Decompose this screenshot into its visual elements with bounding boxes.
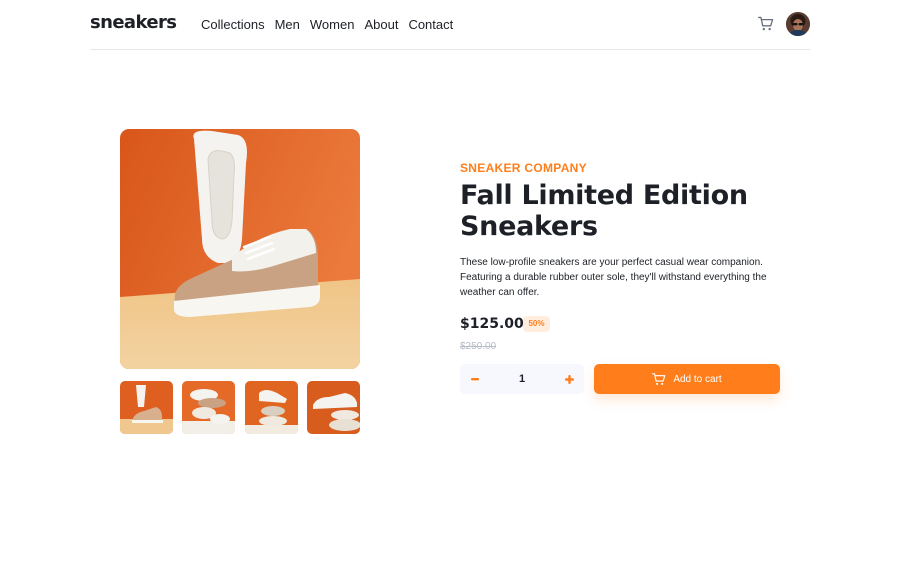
add-to-cart-label: Add to cart	[673, 373, 722, 385]
minus-icon	[471, 377, 479, 380]
increase-quantity-button[interactable]	[554, 364, 584, 394]
product-main-image[interactable]	[120, 129, 360, 369]
current-price: $125.00	[460, 316, 524, 332]
main-nav: Collections Men Women About Contact	[201, 17, 453, 32]
nav-link-contact[interactable]: Contact	[408, 17, 453, 32]
brand-logo[interactable]: sneakers	[90, 12, 177, 33]
cart-icon[interactable]	[758, 16, 774, 32]
nav-link-women[interactable]: Women	[310, 17, 355, 32]
nav-link-about[interactable]: About	[364, 17, 398, 32]
original-price: $250.00	[460, 341, 497, 352]
product-description: These low-profile sneakers are your perf…	[460, 257, 767, 298]
thumbnail-1[interactable]	[120, 381, 173, 434]
thumbnail-2[interactable]	[182, 381, 235, 434]
quantity-stepper: 1	[460, 364, 584, 394]
cart-icon	[652, 372, 666, 386]
thumbnail-4[interactable]	[307, 381, 360, 434]
site-header: sneakers Collections Men Women About Con…	[90, 0, 810, 50]
nav-link-men[interactable]: Men	[275, 17, 300, 32]
avatar[interactable]	[786, 12, 810, 36]
quantity-value: 1	[518, 373, 526, 385]
thumbnail-strip	[120, 381, 360, 434]
nav-link-collections[interactable]: Collections	[201, 17, 265, 32]
thumbnail-3[interactable]	[245, 381, 298, 434]
discount-badge: 50%	[523, 316, 550, 332]
company-label: SNEAKER COMPANY	[460, 161, 587, 175]
add-to-cart-button[interactable]: Add to cart	[594, 364, 780, 394]
decrease-quantity-button[interactable]	[460, 364, 490, 394]
product-title: Fall Limited Edition Sneakers	[460, 180, 748, 242]
plus-icon	[564, 374, 574, 384]
